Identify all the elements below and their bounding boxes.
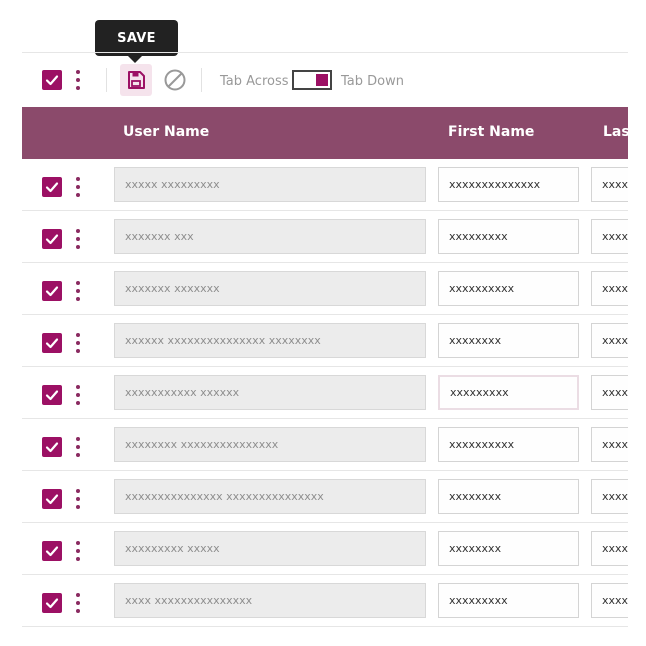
user-name-cell: xxxxxx xxxxxxxxxxxxxxx xxxxxxxx xyxy=(114,323,426,358)
user-name-cell: xxxx xxxxxxxxxxxxxxx xyxy=(114,583,426,618)
user-name-cell: xxxxxxx xxxxxxx xyxy=(114,271,426,306)
first-name-input[interactable]: xxxxxxxx xyxy=(438,479,579,514)
cancel-icon[interactable] xyxy=(163,68,187,92)
last-name-input[interactable]: xxxxxxxx xyxy=(591,479,628,514)
grid-header: User Name First Name Last xyxy=(22,107,628,159)
table-row: xxxxxxxxx xxxxx xxxxxxxx xxxxxxxx xyxy=(22,523,628,575)
first-name-input[interactable]: xxxxxxxxx xyxy=(438,219,579,254)
first-name-input[interactable]: xxxxxxxxxxxxxx xyxy=(438,167,579,202)
user-name-cell: xxxxxxxx xxxxxxxxxxxxxxx xyxy=(114,427,426,462)
check-icon xyxy=(45,338,59,349)
toolbar: Tab Across Tab Down xyxy=(22,60,628,102)
row-kebab-menu-icon[interactable] xyxy=(75,385,81,405)
toggle-knob xyxy=(316,74,328,86)
table-row: xxxxxx xxxxxxxxxxxxxxx xxxxxxxx xxxxxxxx x… xyxy=(22,315,628,367)
row-checkbox[interactable] xyxy=(42,437,62,457)
save-tooltip: SAVE xyxy=(95,20,178,63)
row-kebab-menu-icon[interactable] xyxy=(75,333,81,353)
check-icon xyxy=(45,546,59,557)
row-kebab-menu-icon[interactable] xyxy=(75,593,81,613)
row-checkbox[interactable] xyxy=(42,333,62,353)
toolbar-divider xyxy=(201,68,202,92)
row-kebab-menu-icon[interactable] xyxy=(75,229,81,249)
user-grid: User Name First Name Last xxxxx xxxxxxxx… xyxy=(22,107,628,627)
tab-direction-toggle[interactable] xyxy=(292,70,332,90)
tab-across-label[interactable]: Tab Across xyxy=(220,74,289,89)
user-name-cell: xxxxxxxxxxxxxxx xxxxxxxxxxxxxxx xyxy=(114,479,426,514)
row-kebab-menu-icon[interactable] xyxy=(75,437,81,457)
row-kebab-menu-icon[interactable] xyxy=(75,177,81,197)
row-checkbox[interactable] xyxy=(42,489,62,509)
table-row: xxxxxxx xxxxxxxxxxxxxxxxxxxx xyxy=(22,211,628,263)
table-row: xxxxx xxxxxxxxxxxxxxxxxxxxxxxxxxxxxxx xyxy=(22,159,628,211)
toolbar-top-divider xyxy=(22,52,628,53)
first-name-input[interactable]: xxxxxxxxxx xyxy=(438,271,579,306)
save-icon xyxy=(128,71,145,89)
save-tooltip-label: SAVE xyxy=(117,30,156,46)
column-header-user-name[interactable]: User Name xyxy=(123,124,209,140)
last-name-input[interactable]: xxxxxxxx xyxy=(591,531,628,566)
last-name-input[interactable]: xxxxxxxx xyxy=(591,167,628,202)
table-row: xxxxxxxx xxxxxxxxxxxxxxxxxxxxxxxxxxxxxxx… xyxy=(22,419,628,471)
row-checkbox[interactable] xyxy=(42,541,62,561)
select-all-checkbox[interactable] xyxy=(42,70,62,90)
first-name-input[interactable]: xxxxxxxx xyxy=(438,531,579,566)
table-row: xxxxxxx xxxxxxxxxxxxxxxxxxxxxxxxx xyxy=(22,263,628,315)
last-name-input[interactable]: xxxxxxxx xyxy=(591,219,628,254)
check-icon xyxy=(45,390,59,401)
tab-down-label[interactable]: Tab Down xyxy=(341,74,404,89)
first-name-input[interactable]: xxxxxxxxx xyxy=(438,583,579,618)
first-name-input[interactable]: xxxxxxxx xyxy=(438,323,579,358)
row-checkbox[interactable] xyxy=(42,593,62,613)
check-icon xyxy=(45,286,59,297)
check-icon xyxy=(45,75,59,86)
row-kebab-menu-icon[interactable] xyxy=(75,489,81,509)
toolbar-kebab-menu-icon[interactable] xyxy=(75,70,81,90)
first-name-input[interactable]: xxxxxxxxx xyxy=(438,375,579,410)
table-row: xxxxxxxxxxxxxxx xxxxxxxxxxxxxxx xxxxxxxx x… xyxy=(22,471,628,523)
user-name-cell: xxxxxxx xxx xyxy=(114,219,426,254)
last-name-input[interactable]: xxxxxxxx xyxy=(591,323,628,358)
first-name-input[interactable]: xxxxxxxxxx xyxy=(438,427,579,462)
row-checkbox[interactable] xyxy=(42,177,62,197)
toolbar-divider xyxy=(106,68,107,92)
user-name-cell: xxxxxxxxxxx xxxxxx xyxy=(114,375,426,410)
last-name-input[interactable]: xxxxxxxx xyxy=(591,583,628,618)
table-row: xxxx xxxxxxxxxxxxxxxxxxxxxxxxxxxxxxxx xyxy=(22,575,628,627)
row-kebab-menu-icon[interactable] xyxy=(75,281,81,301)
row-kebab-menu-icon[interactable] xyxy=(75,541,81,561)
row-checkbox[interactable] xyxy=(42,229,62,249)
column-header-last-name[interactable]: Last xyxy=(603,124,628,140)
last-name-input[interactable]: xxxxxxxx xyxy=(591,271,628,306)
check-icon xyxy=(45,598,59,609)
column-header-first-name[interactable]: First Name xyxy=(448,124,534,140)
last-name-input[interactable]: xxxxxxxx xyxy=(591,427,628,462)
last-name-input[interactable]: xxxxxxxx xyxy=(591,375,628,410)
user-name-cell: xxxxxxxxx xxxxx xyxy=(114,531,426,566)
row-checkbox[interactable] xyxy=(42,385,62,405)
check-icon xyxy=(45,234,59,245)
user-name-cell: xxxxx xxxxxxxxx xyxy=(114,167,426,202)
check-icon xyxy=(45,182,59,193)
row-checkbox[interactable] xyxy=(42,281,62,301)
save-button[interactable] xyxy=(120,64,152,96)
check-icon xyxy=(45,494,59,505)
table-row: xxxxxxxxxxx xxxxxxxxxxxxxxxxxxxxxxx xyxy=(22,367,628,419)
check-icon xyxy=(45,442,59,453)
